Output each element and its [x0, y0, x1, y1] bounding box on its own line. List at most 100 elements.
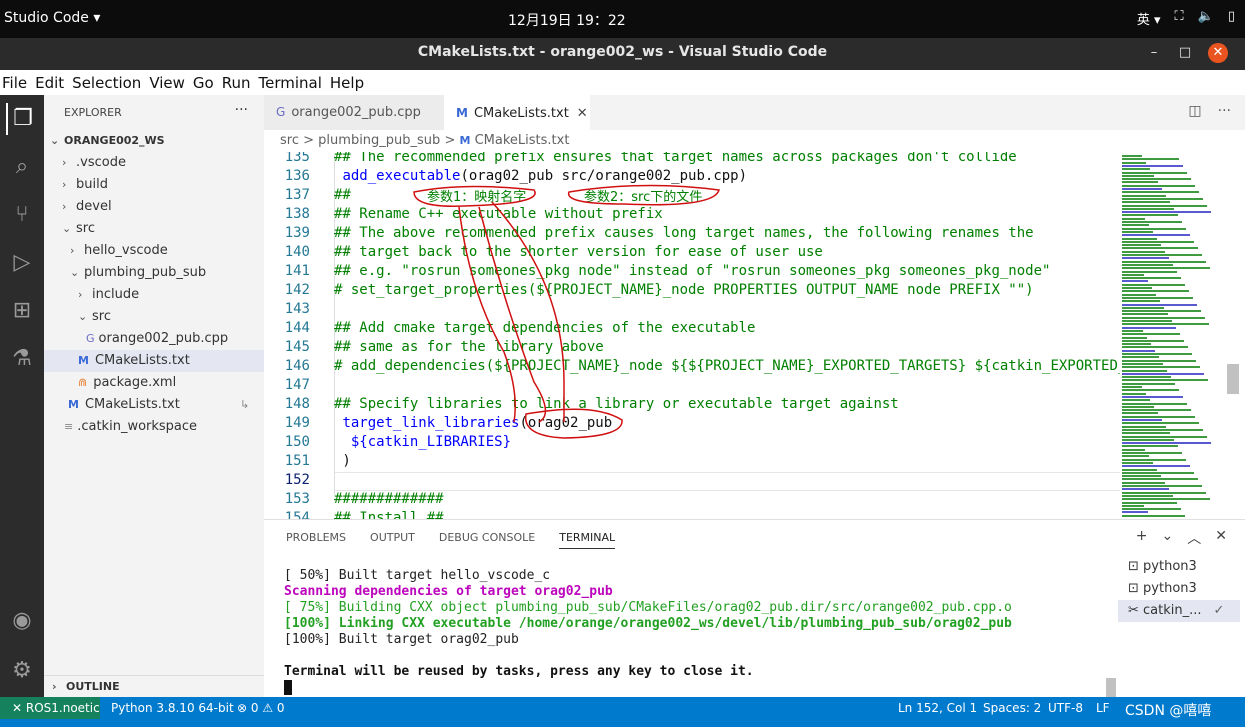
minimap[interactable] [1120, 152, 1225, 519]
problems-count[interactable]: ⊗ 0 ⚠ 0 [237, 701, 285, 715]
menu-selection[interactable]: Selection [70, 70, 147, 95]
settings-gear-icon[interactable]: ⚙ [6, 655, 38, 687]
extensions-icon[interactable]: ⊞ [6, 295, 38, 327]
source-control-icon[interactable]: ⑂ [6, 199, 38, 231]
tree-item-src[interactable]: ⌄ src [62, 218, 95, 240]
menu-help[interactable]: Help [328, 70, 370, 95]
minimap-line [1122, 481, 1165, 484]
remote-indicator[interactable]: ✕ ROS1.noetic [0, 697, 100, 719]
minimap-line [1122, 498, 1210, 501]
minimap-line [1122, 452, 1182, 454]
tree-item-orange002-pub-cpp[interactable]: Gorange002_pub.cpp [86, 328, 228, 350]
tree-item-plumbing-pub-sub[interactable]: ⌄ plumbing_pub_sub [70, 262, 206, 284]
code-editor[interactable]: 135 ## The recommended prefix ensures tha… [264, 152, 1120, 519]
menu-run[interactable]: Run [220, 70, 257, 95]
minimap-line [1122, 392, 1146, 395]
minimap-line [1122, 257, 1169, 260]
menu-go[interactable]: Go [191, 70, 220, 95]
terminal-instance-python3[interactable]: ⊡ python3 [1118, 556, 1240, 578]
terminal-icon: ⊡ [1128, 581, 1144, 596]
outline-section[interactable]: › OUTLINE [44, 675, 264, 697]
code-line: ## Install ## [334, 510, 444, 519]
chevron-down-icon[interactable]: ⌄ [1162, 528, 1174, 548]
code-line: ## same as for the library above [334, 339, 604, 355]
terminal-instance-python3[interactable]: ⊡ python3 [1118, 578, 1240, 600]
close-panel-icon[interactable]: ✕ [1215, 528, 1227, 548]
window-title-bar: CMakeLists.txt - orange002_ws - Visual S… [0, 38, 1245, 70]
menu-edit[interactable]: Edit [33, 70, 70, 95]
terminal-output[interactable]: [ 50%] Built target hello_vscode_c Scann… [284, 568, 1012, 696]
search-icon[interactable]: ⌕ [6, 151, 38, 183]
ime-indicator[interactable]: 英 ▾ [1137, 9, 1161, 28]
python-interpreter[interactable]: Python 3.8.10 64-bit [111, 701, 234, 715]
maximize-panel-icon[interactable]: ︿ [1187, 528, 1201, 548]
tree-item-root-cmakelists[interactable]: M CMakeLists.txt ↳ [68, 394, 249, 416]
breadcrumb-plumbing-pub-sub[interactable]: plumbing_pub_sub [318, 133, 440, 148]
chevron-right-icon: › [52, 680, 57, 693]
breadcrumb: src > plumbing_pub_sub > M CMakeLists.tx… [280, 133, 570, 148]
minimap-line [1122, 270, 1177, 273]
tab-problems[interactable]: PROBLEMS [286, 531, 346, 549]
line-ending[interactable]: LF [1096, 701, 1110, 715]
network-icon[interactable]: ⛶ [1175, 9, 1184, 28]
tree-item-package-xml[interactable]: ⋒ package.xml [78, 372, 176, 394]
tab-orange002-pub-cpp[interactable]: Gorange002_pub.cpp [264, 95, 444, 130]
tree-item-cmakelists-selected[interactable]: M CMakeLists.txt [44, 350, 264, 372]
explorer-icon[interactable]: ❐ [6, 103, 38, 135]
line-number: 139 [284, 225, 310, 241]
breadcrumb-src[interactable]: src [280, 133, 299, 148]
code-line: ## The recommended prefix ensures that t… [334, 152, 1017, 165]
close-window-button[interactable]: ✕ [1208, 43, 1228, 63]
volume-icon[interactable]: 🔈 [1198, 9, 1214, 28]
tree-item-build[interactable]: › build [62, 174, 108, 196]
panel-actions: + ⌄ ︿ ✕ [1136, 528, 1227, 548]
tree-item-devel[interactable]: › devel [62, 196, 112, 218]
minimap-line [1122, 234, 1190, 237]
menu-terminal[interactable]: Terminal [257, 70, 328, 95]
terminal-scrollbar[interactable] [1106, 678, 1116, 698]
encoding[interactable]: UTF-8 [1048, 701, 1083, 715]
bottom-panel: PROBLEMS OUTPUT DEBUG CONSOLE TERMINAL +… [264, 519, 1245, 698]
new-terminal-icon[interactable]: + [1136, 528, 1148, 548]
terminal-instance-catkin[interactable]: ✂ catkin_... ✓ [1118, 600, 1240, 622]
status-bar: ✕ ROS1.noetic Python 3.8.10 64-bit ⊗ 0 ⚠… [0, 697, 1245, 727]
maximize-button[interactable]: □ [1175, 43, 1195, 63]
line-number: 149 [284, 415, 310, 431]
tab-terminal[interactable]: TERMINAL [559, 531, 616, 549]
minimap-line [1122, 343, 1151, 346]
close-tab-icon[interactable]: ✕ [577, 106, 588, 121]
account-icon[interactable]: ◉ [6, 605, 38, 637]
tab-output[interactable]: OUTPUT [370, 531, 415, 549]
minimap-line [1122, 227, 1186, 230]
app-menu[interactable]: Studio Code ▾ [4, 10, 100, 26]
tab-cmakelists[interactable]: M CMakeLists.txt ✕ [444, 95, 590, 130]
menu-file[interactable]: File [0, 70, 33, 95]
tree-item-vscode[interactable]: › .vscode [62, 152, 126, 174]
breadcrumb-cmakelists[interactable]: CMakeLists.txt [475, 133, 570, 148]
cursor-position[interactable]: Ln 152, Col 1 [898, 701, 977, 715]
split-editor-icon[interactable]: ◫ [1188, 103, 1201, 119]
run-debug-icon[interactable]: ▷ [6, 247, 38, 279]
menu-view[interactable]: View [147, 70, 191, 95]
indentation[interactable]: Spaces: 2 [983, 701, 1041, 715]
minimap-line [1122, 442, 1211, 445]
tree-item-include[interactable]: › include [78, 284, 139, 306]
clock[interactable]: 12月19日 19：22 [508, 10, 626, 30]
minimap-line [1122, 230, 1153, 233]
more-actions-icon[interactable]: ··· [235, 102, 248, 118]
line-number: 145 [284, 339, 310, 355]
tree-item-hello-vscode[interactable]: › hello_vscode [70, 240, 168, 262]
code-line: ## Specify libraries to link a library o… [334, 396, 899, 412]
workspace-root[interactable]: ⌄ ORANGE002_WS [50, 130, 165, 152]
minimize-button[interactable]: – [1144, 43, 1164, 63]
scrollbar-thumb[interactable] [1227, 364, 1239, 394]
minimap-line [1122, 402, 1187, 405]
tree-item-src-inner[interactable]: ⌄ src [78, 306, 111, 328]
tree-item-catkin-workspace[interactable]: ≡ .catkin_workspace [64, 416, 197, 438]
testing-icon[interactable]: ⚗ [6, 343, 38, 375]
tab-debug-console[interactable]: DEBUG CONSOLE [439, 531, 535, 549]
minimap-line [1122, 415, 1195, 418]
battery-icon[interactable]: ▯ [1228, 9, 1235, 28]
more-actions-icon[interactable]: ··· [1218, 103, 1231, 119]
editor-scrollbar[interactable] [1226, 152, 1240, 519]
